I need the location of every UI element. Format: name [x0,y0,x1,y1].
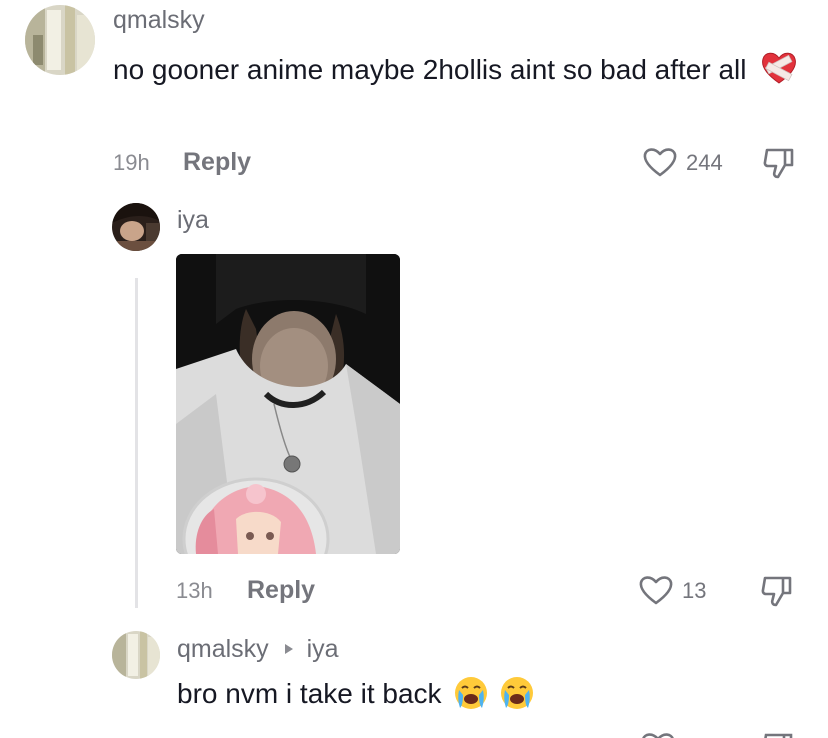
comment-body: no gooner anime maybe 2hollis aint so ba… [113,54,747,85]
thread-line [135,278,138,608]
heart-with-bandage-icon [760,50,798,86]
comment-body: bro nvm i take it back [177,678,442,709]
heart-outline-icon [642,148,678,183]
reply-button[interactable]: Reply [247,576,315,605]
comment-text: no gooner anime maybe 2hollis aint so ba… [113,50,813,90]
loudly-crying-face-icon [453,675,489,711]
comment-username[interactable]: qmalsky [177,635,269,663]
loudly-crying-face-icon [499,675,535,711]
reply-header: qmalsky iya [177,635,339,664]
heart-outline-icon [638,576,674,611]
comment-photo[interactable] [176,254,400,554]
dislike-button[interactable] [761,145,797,181]
reply-button[interactable]: Reply [183,148,251,177]
thumbs-down-icon [759,576,795,613]
caret-right-icon [284,633,294,662]
like-count: 13 [682,578,707,603]
comment-timestamp: 13h [176,578,213,603]
comment-timestamp: 19h [113,150,150,175]
dislike-button[interactable] [759,573,795,609]
like-button[interactable] [642,145,678,179]
comment-username[interactable]: iya [177,206,209,235]
avatar[interactable] [25,5,95,75]
reply-to-username[interactable]: iya [307,635,339,663]
thumbs-down-icon [761,148,797,185]
like-button[interactable] [638,573,674,607]
avatar[interactable] [112,631,160,679]
dislike-button[interactable] [760,730,796,738]
like-count: 244 [686,150,723,175]
avatar[interactable] [112,203,160,251]
like-button[interactable] [640,730,676,738]
comment-username[interactable]: qmalsky [113,6,205,35]
comment-text: bro nvm i take it back [177,674,777,714]
